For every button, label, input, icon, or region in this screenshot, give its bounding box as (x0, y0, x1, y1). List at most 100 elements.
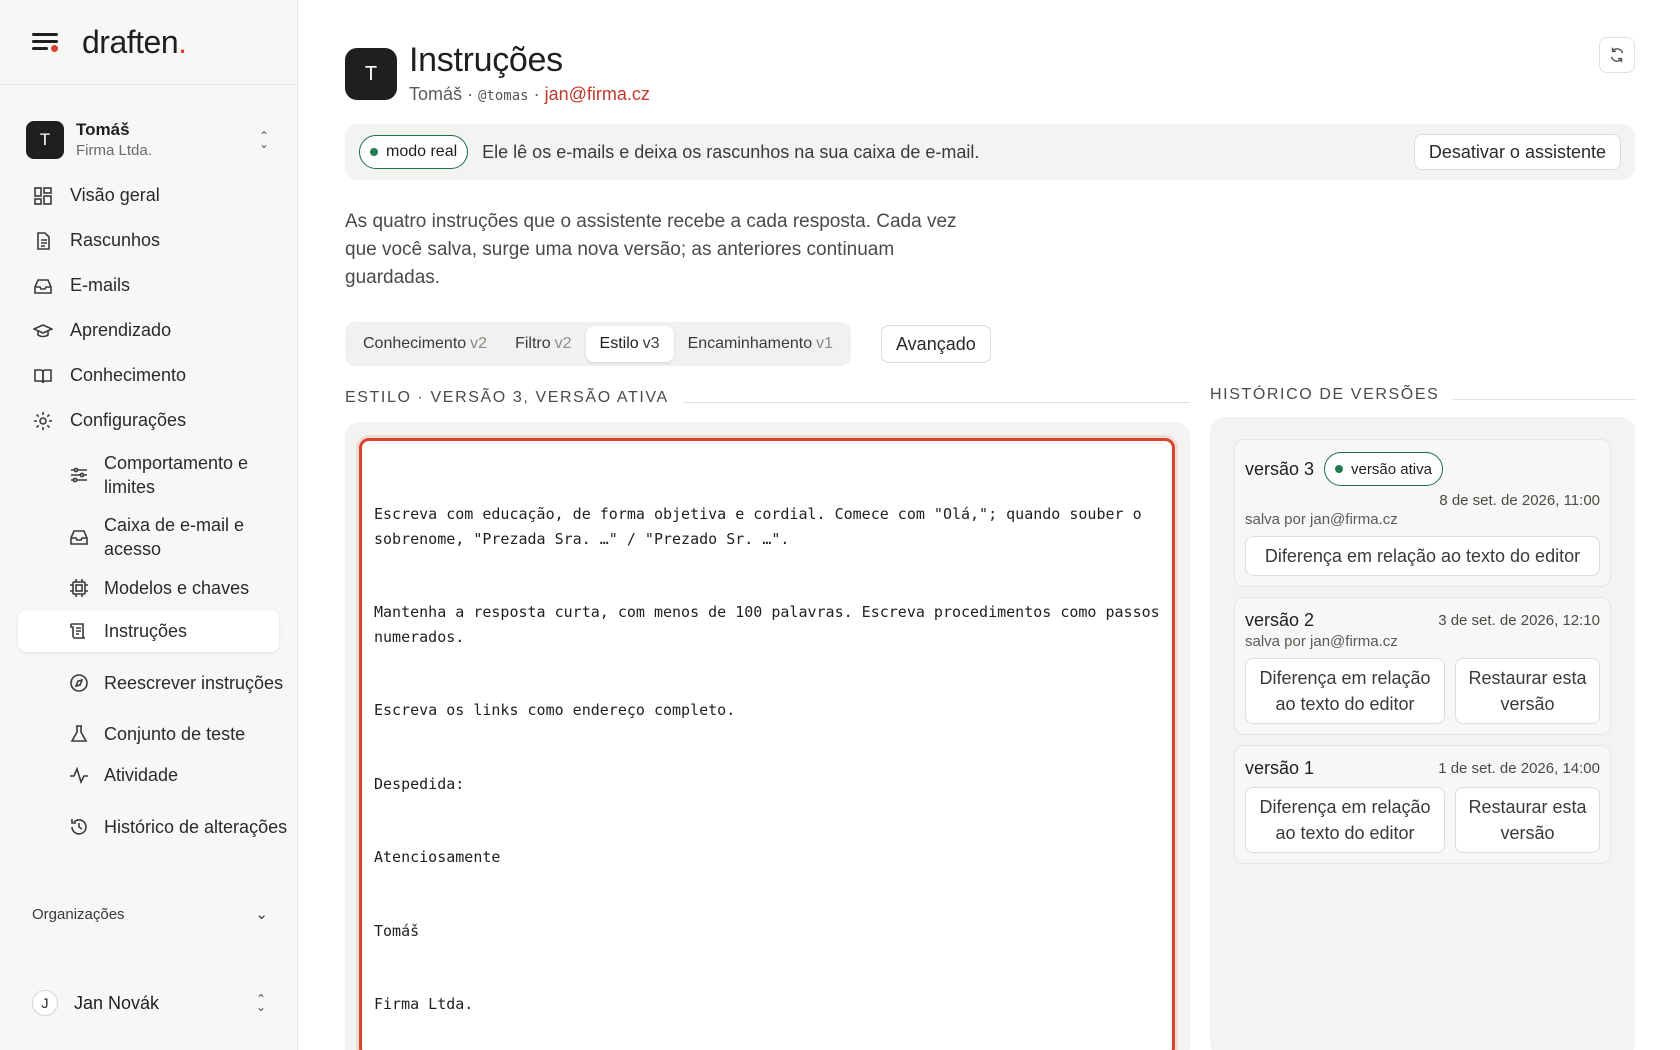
status-dot-icon (1335, 465, 1344, 473)
assistant-email[interactable]: jan@firma.cz (545, 84, 650, 104)
version-saved-by: salva por jan@firma.cz (1245, 633, 1398, 650)
assistant-handle: @tomas (478, 88, 529, 104)
scroll-icon (68, 620, 90, 642)
sidebar: draften. T Tomáš Firma Ltda. ⌃ ⌄ Visão ge… (0, 0, 298, 1050)
active-version-badge: versão ativa (1324, 452, 1443, 486)
inbox-icon (32, 275, 54, 297)
sliders-icon (68, 464, 90, 486)
tab-knowledge[interactable]: Conhecimento v2 (349, 326, 501, 362)
version-label: versão 2 (1245, 610, 1315, 630)
subnav-item-activity[interactable]: Atividade (0, 763, 297, 787)
workspace-avatar: T (26, 121, 64, 159)
refresh-icon (1610, 47, 1624, 63)
nav-item-knowledge[interactable]: Conhecimento (0, 353, 297, 398)
subnav-item-instructions[interactable]: Instruções (18, 610, 279, 652)
nav-label: Conhecimento (70, 365, 187, 385)
nav-label: Aprendizado (70, 320, 172, 340)
page-subtitle: Tomáš · @tomas · jan@firma.cz (409, 84, 650, 104)
menu-icon[interactable] (32, 30, 60, 54)
divider (1453, 398, 1635, 400)
user-name: Jan Novák (74, 992, 160, 1013)
subnav-item-models[interactable]: Modelos e chaves (0, 576, 297, 600)
deactivate-assistant-button[interactable]: Desativar o assistente (1413, 134, 1621, 170)
refresh-button[interactable] (1599, 37, 1635, 73)
chip-icon (68, 577, 90, 599)
editor-line: Escreva os links como endereço completo. (374, 701, 736, 719)
tab-routing[interactable]: Encaminhamento v1 (674, 326, 847, 362)
brand-bar: draften. (0, 0, 297, 85)
user-menu[interactable]: J Jan Novák ⌃ ⌄ (32, 990, 268, 1016)
editor-section-label: Estilo · Versão 3, versão ativa (345, 389, 669, 406)
nav-label: Visão geral (70, 185, 160, 205)
flask-icon (68, 723, 90, 745)
assistant-name: Tomáš (409, 84, 463, 104)
subnav-item-testset[interactable]: Conjunto de teste (0, 722, 297, 746)
book-icon (32, 365, 54, 387)
gear-icon (32, 410, 54, 432)
advanced-button[interactable]: Avançado (881, 325, 991, 363)
tab-style[interactable]: Estilo v3 (585, 326, 674, 362)
page-description: As quatro instruções que o assistente re… (345, 211, 957, 288)
subnav-item-history[interactable]: Histórico de alterações (0, 804, 297, 850)
version-date: 8 de set. de 2026, 11:00 (1439, 492, 1600, 509)
nav-item-drafts[interactable]: Rascunhos (0, 218, 297, 263)
chevron-updown-icon: ⌃ ⌄ (255, 992, 267, 1014)
graduation-cap-icon (32, 320, 54, 342)
subnav-label: Instruções (104, 621, 188, 641)
subnav-label: Conjunto de teste (104, 724, 246, 744)
subnav-label: Reescrever instruções (104, 673, 284, 693)
version-label: versão 3 (1245, 458, 1315, 479)
restore-button[interactable]: Restaurar esta versão (1455, 658, 1600, 724)
version-card: versão 1 1 de set. de 2026, 14:00 Difere… (1234, 745, 1611, 864)
nav-label: Configurações (70, 410, 187, 430)
chevron-updown-icon: ⌃ ⌄ (258, 129, 270, 151)
organizations-label: Organizações (32, 905, 125, 923)
version-date: 3 de set. de 2026, 12:10 (1438, 612, 1600, 629)
nav-item-overview[interactable]: Visão geral (0, 173, 297, 218)
logo[interactable]: draften. (82, 24, 187, 61)
main-nav: Visão geral Rascunhos E-mails Aprendizad… (0, 173, 297, 850)
subnav-item-rewrite[interactable]: Reescrever instruções (0, 660, 297, 706)
version-label: versão 1 (1245, 758, 1315, 778)
subnav-item-mailbox[interactable]: Caixa de e-mail e acesso (0, 514, 297, 560)
nav-item-emails[interactable]: E-mails (0, 263, 297, 308)
instruction-tabs: Conhecimento v2 Filtro v2 Estilo v3 Encamin… (345, 322, 851, 366)
workspace-switcher[interactable]: T Tomáš Firma Ltda. ⌃ ⌄ (0, 85, 297, 165)
instruction-editor[interactable]: Escreva com educação, de forma objetiva … (359, 438, 1175, 1050)
chevron-down-icon: ⌄ (255, 906, 268, 923)
version-card: versão 3 versão ativa 8 de set. de 2026,… (1234, 439, 1611, 587)
subnav-label: Caixa de e-mail e acesso (104, 515, 245, 559)
diff-button[interactable]: Diferença em relação ao texto do editor (1245, 536, 1600, 576)
page-header: T Instruções Tomáš · @tomas · jan@firma.… (345, 40, 650, 105)
workspace-org: Firma Ltda. (76, 141, 152, 159)
history-section-header: Histórico de versões (1210, 386, 1635, 404)
restore-button[interactable]: Restaurar esta versão (1455, 787, 1600, 853)
version-saved-by: salva por jan@firma.cz (1245, 511, 1398, 528)
nav-item-learning[interactable]: Aprendizado (0, 308, 297, 353)
organizations-toggle[interactable]: Organizações ⌄ (32, 905, 268, 924)
editor-line: Atenciosamente (374, 848, 501, 866)
activity-icon (68, 764, 90, 786)
diff-button[interactable]: Diferença em relação ao texto do editor (1245, 787, 1445, 853)
version-card: versão 2 3 de set. de 2026, 12:10 salva … (1234, 597, 1611, 735)
nav-item-settings[interactable]: Configurações (0, 398, 297, 443)
document-icon (32, 230, 54, 252)
editor-line: Despedida: (374, 774, 465, 793)
diff-button[interactable]: Diferença em relação ao texto do editor (1245, 658, 1445, 724)
tab-filter[interactable]: Filtro v2 (501, 326, 585, 362)
mode-badge: modo real (359, 135, 469, 169)
editor-container: Escreva com educação, de forma objetiva … (345, 422, 1190, 1050)
divider (682, 401, 1190, 403)
workspace-name: Tomáš (76, 119, 130, 139)
editor-line: Firma Ltda. (374, 995, 474, 1013)
subnav-label: Atividade (104, 765, 179, 785)
subnav-label: Modelos e chaves (104, 578, 250, 598)
version-date: 1 de set. de 2026, 14:00 (1438, 760, 1600, 777)
editor-section-header: Estilo · Versão 3, versão ativa (345, 389, 1190, 407)
subnav-item-behavior[interactable]: Comportamento e limites (0, 452, 297, 498)
editor-line: Escreva com educação, de forma objetiva … (374, 505, 1151, 548)
subnav-label: Histórico de alterações (104, 817, 288, 837)
dashboard-icon (32, 185, 54, 207)
nav-label: E-mails (70, 275, 131, 295)
subnav-label: Comportamento e limites (104, 453, 249, 497)
